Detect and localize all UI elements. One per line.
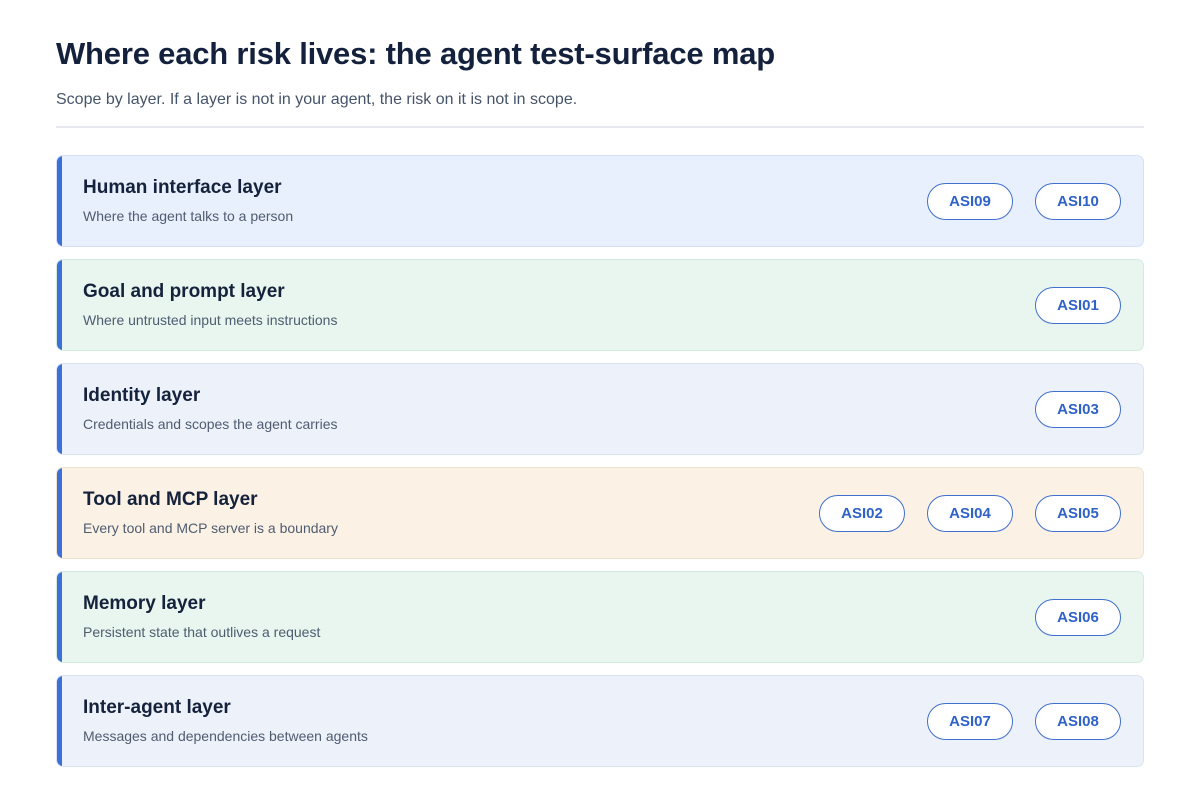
- risk-tag[interactable]: ASI06: [1035, 598, 1121, 636]
- layer-description: Persistent state that outlives a request: [83, 624, 321, 640]
- risk-tag[interactable]: ASI08: [1035, 702, 1121, 740]
- page-title: Where each risk lives: the agent test-su…: [56, 36, 775, 71]
- layer-description: Every tool and MCP server is a boundary: [83, 520, 338, 536]
- risk-tag[interactable]: ASI01: [1035, 286, 1121, 324]
- layer-text: Goal and prompt layer Where untrusted in…: [83, 281, 337, 329]
- risk-tag[interactable]: ASI09: [927, 182, 1013, 220]
- risk-tag[interactable]: ASI03: [1035, 390, 1121, 428]
- layer-name: Inter-agent layer: [83, 697, 231, 718]
- risk-tag[interactable]: ASI05: [1035, 494, 1121, 532]
- layer-list: Human interface layer Where the agent ta…: [56, 155, 1144, 767]
- page-subtitle: Scope by layer. If a layer is not in you…: [56, 91, 578, 108]
- risk-tag[interactable]: ASI10: [1035, 182, 1121, 220]
- layer-name: Tool and MCP layer: [83, 489, 258, 510]
- layer-description: Where the agent talks to a person: [83, 208, 294, 224]
- layer-name: Goal and prompt layer: [83, 281, 285, 302]
- layer-description: Credentials and scopes the agent carries: [83, 416, 338, 432]
- layer-row: Identity layer Credentials and scopes th…: [56, 363, 1144, 455]
- test-surface-map: Where each risk lives: the agent test-su…: [0, 0, 1200, 792]
- layer-description: Where untrusted input meets instructions: [83, 312, 338, 328]
- layer-text: Memory layer Persistent state that outli…: [83, 593, 320, 641]
- risk-tag-group: ASI07 ASI08: [927, 702, 1121, 740]
- layer-name: Human interface layer: [83, 177, 282, 198]
- risk-tag-group: ASI03: [1035, 390, 1121, 428]
- layer-row: Memory layer Persistent state that outli…: [56, 571, 1144, 663]
- layer-accent-bar: [57, 260, 62, 350]
- layer-row: Human interface layer Where the agent ta…: [56, 155, 1144, 247]
- layer-text: Inter-agent layer Messages and dependenc…: [83, 697, 368, 745]
- header-divider: [56, 126, 1144, 128]
- layer-accent-bar: [57, 156, 62, 246]
- layer-text: Tool and MCP layer Every tool and MCP se…: [83, 489, 338, 537]
- layer-accent-bar: [57, 676, 62, 766]
- layer-row: Inter-agent layer Messages and dependenc…: [56, 675, 1144, 767]
- layer-text: Identity layer Credentials and scopes th…: [83, 385, 337, 433]
- risk-tag[interactable]: ASI04: [927, 494, 1013, 532]
- layer-name: Memory layer: [83, 593, 206, 614]
- risk-tag[interactable]: ASI02: [819, 494, 905, 532]
- layer-description: Messages and dependencies between agents: [83, 728, 368, 744]
- layer-text: Human interface layer Where the agent ta…: [83, 177, 293, 225]
- layer-row: Goal and prompt layer Where untrusted in…: [56, 259, 1144, 351]
- risk-tag[interactable]: ASI07: [927, 702, 1013, 740]
- risk-tag-group: ASI09 ASI10: [927, 182, 1121, 220]
- risk-tag-group: ASI06: [1035, 598, 1121, 636]
- layer-accent-bar: [57, 364, 62, 454]
- layer-row: Tool and MCP layer Every tool and MCP se…: [56, 467, 1144, 559]
- layer-name: Identity layer: [83, 385, 201, 406]
- risk-tag-group: ASI01: [1035, 286, 1121, 324]
- risk-tag-group: ASI02 ASI04 ASI05: [819, 494, 1121, 532]
- layer-accent-bar: [57, 468, 62, 558]
- layer-accent-bar: [57, 572, 62, 662]
